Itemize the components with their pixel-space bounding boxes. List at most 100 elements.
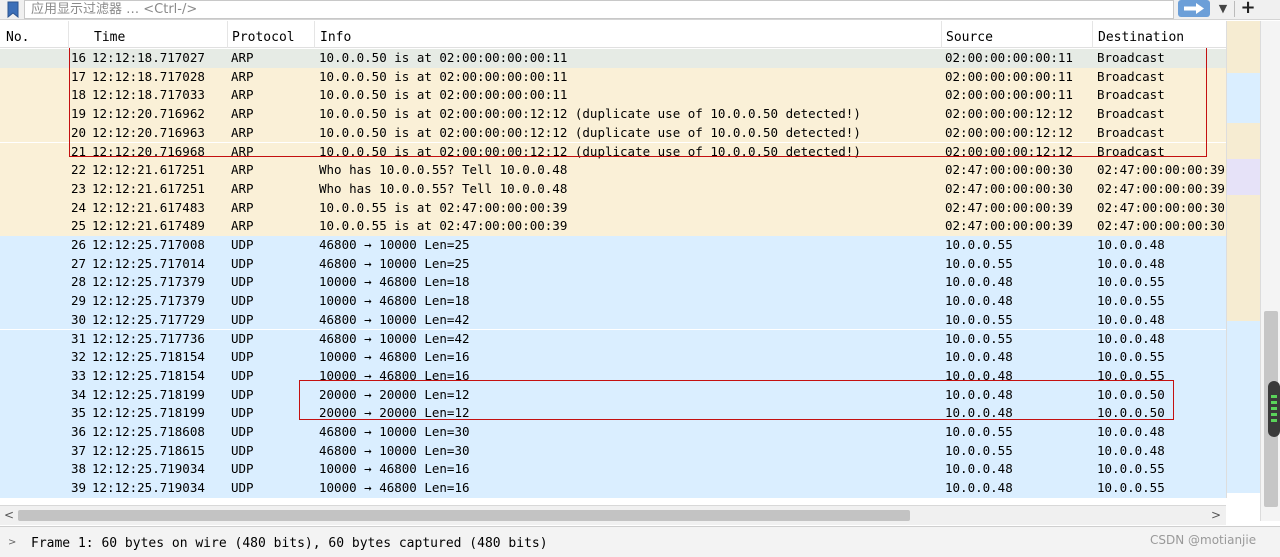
- apply-filter-button[interactable]: [1178, 0, 1210, 17]
- column-header-no[interactable]: No.: [6, 30, 29, 45]
- cell-time: 12:12:25.719034: [92, 461, 205, 477]
- cell-time: 12:12:25.718199: [92, 405, 205, 421]
- table-row[interactable]: 37 12:12:25.718615 UDP 46800 → 10000 Len=30…: [0, 441, 1226, 461]
- column-header-source[interactable]: Source: [946, 30, 993, 45]
- packet-list[interactable]: 39 12:12:25.719034 UDP 10000 → 46800 Len=16…: [0, 48, 1226, 498]
- cell-protocol: ARP: [231, 199, 254, 215]
- cell-no: 24: [70, 199, 86, 215]
- cell-no: 17: [70, 68, 86, 84]
- cell-time: 12:12:25.717379: [92, 293, 205, 309]
- cell-info: 20000 → 20000 Len=12: [319, 405, 470, 421]
- cell-protocol: ARP: [231, 124, 254, 140]
- table-row[interactable]: 28 12:12:25.717379 UDP 10000 → 46800 Len=18…: [0, 273, 1226, 293]
- cell-time: 12:12:25.718615: [92, 442, 205, 458]
- table-row[interactable]: 27 12:12:25.717014 UDP 46800 → 10000 Len=25…: [0, 254, 1226, 274]
- table-row[interactable]: 31 12:12:25.717736 UDP 46800 → 10000 Len=42…: [0, 329, 1226, 349]
- horizontal-scroll-thumb[interactable]: [18, 510, 910, 521]
- cell-info: 10.0.0.50 is at 02:00:00:00:12:12 (dupli…: [319, 106, 861, 122]
- cell-no: 21: [70, 143, 86, 159]
- bookmark-icon[interactable]: [6, 1, 20, 18]
- cell-no: 29: [70, 293, 86, 309]
- cell-protocol: ARP: [231, 87, 254, 103]
- table-row[interactable]: 24 12:12:21.617483 ARP 10.0.0.55 is at 02:4…: [0, 198, 1226, 218]
- table-row[interactable]: 32 12:12:25.718154 UDP 10000 → 46800 Len=16…: [0, 348, 1226, 367]
- cell-no: 28: [70, 274, 86, 290]
- table-row[interactable]: 16 12:12:18.717027 ARP 10.0.0.50 is at 02:0…: [0, 49, 1226, 68]
- cell-info: 10000 → 46800 Len=18: [319, 274, 470, 290]
- table-row[interactable]: 23 12:12:21.617251 ARP Who has 10.0.0.55? T…: [0, 179, 1226, 199]
- cell-protocol: UDP: [231, 367, 254, 383]
- cell-protocol: UDP: [231, 311, 254, 327]
- table-row[interactable]: 33 12:12:25.718154 UDP 10000 → 46800 Len=16…: [0, 366, 1226, 386]
- cell-destination: 02:47:00:00:00:30: [1097, 199, 1225, 215]
- cell-info: 10000 → 46800 Len=16: [319, 349, 470, 365]
- add-filter-button[interactable]: +: [1238, 0, 1258, 18]
- cell-time: 12:12:25.717014: [92, 255, 205, 271]
- toolbar-divider: [1234, 1, 1235, 17]
- column-divider: [941, 21, 942, 48]
- table-row[interactable]: 19 12:12:20.716962 ARP 10.0.0.50 is at 02:0…: [0, 105, 1226, 124]
- frame-details-text[interactable]: Frame 1: 60 bytes on wire (480 bits), 60…: [31, 536, 548, 551]
- chevron-left-icon[interactable]: <: [2, 508, 16, 524]
- cell-no: 27: [70, 255, 86, 271]
- table-row[interactable]: 34 12:12:25.718199 UDP 20000 → 20000 Len=12…: [0, 385, 1226, 405]
- cell-info: 10000 → 46800 Len=18: [319, 293, 470, 309]
- chevron-right-icon[interactable]: >: [8, 537, 16, 548]
- table-row[interactable]: 21 12:12:20.716968 ARP 10.0.0.50 is at 02:0…: [0, 142, 1226, 162]
- cell-time: 12:12:18.717027: [92, 50, 205, 65]
- cell-info: 10.0.0.50 is at 02:00:00:00:00:11: [319, 68, 568, 84]
- cell-destination: 10.0.0.55: [1097, 349, 1165, 365]
- cell-destination: 10.0.0.55: [1097, 480, 1165, 496]
- minimap-segment: [1227, 73, 1260, 123]
- cell-time: 12:12:25.719034: [92, 480, 205, 496]
- minimap-segment: [1227, 21, 1260, 73]
- chevron-right-icon[interactable]: >: [1209, 508, 1223, 524]
- cell-protocol: UDP: [231, 461, 254, 477]
- table-row[interactable]: 38 12:12:25.719034 UDP 10000 → 46800 Len=16…: [0, 460, 1226, 480]
- table-row[interactable]: 39 12:12:25.719034 UDP 10000 → 46800 Len=16…: [0, 479, 1226, 498]
- cell-source: 02:47:00:00:00:30: [945, 180, 1073, 196]
- column-divider: [68, 21, 69, 48]
- table-row[interactable]: 20 12:12:20.716963 ARP 10.0.0.50 is at 02:0…: [0, 123, 1226, 143]
- vertical-scrollbar[interactable]: [1260, 21, 1280, 521]
- scroll-indicator-icon: [1268, 381, 1280, 437]
- cell-protocol: ARP: [231, 218, 254, 234]
- cell-time: 12:12:21.617251: [92, 162, 205, 178]
- display-filter-input[interactable]: 应用显示过滤器 … <Ctrl-/>: [24, 0, 1174, 19]
- table-row[interactable]: 25 12:12:21.617489 ARP 10.0.0.55 is at 02:4…: [0, 217, 1226, 236]
- cell-no: 38: [70, 461, 86, 477]
- column-divider: [1092, 21, 1093, 48]
- cell-source: 10.0.0.55: [945, 330, 1013, 346]
- plus-icon: +: [1240, 0, 1256, 18]
- cell-source: 02:00:00:00:12:12: [945, 143, 1073, 159]
- table-row[interactable]: 22 12:12:21.617251 ARP Who has 10.0.0.55? T…: [0, 161, 1226, 180]
- table-row[interactable]: 17 12:12:18.717028 ARP 10.0.0.50 is at 02:0…: [0, 67, 1226, 87]
- cell-destination: 10.0.0.48: [1097, 311, 1165, 327]
- cell-protocol: UDP: [231, 274, 254, 290]
- cell-no: 30: [70, 311, 86, 327]
- column-header-info[interactable]: Info: [320, 30, 351, 45]
- cell-protocol: UDP: [231, 255, 254, 271]
- cell-source: 02:47:00:00:00:39: [945, 199, 1073, 215]
- table-row[interactable]: 30 12:12:25.717729 UDP 46800 → 10000 Len=42…: [0, 310, 1226, 330]
- table-row[interactable]: 18 12:12:18.717033 ARP 10.0.0.50 is at 02:0…: [0, 86, 1226, 106]
- column-header-destination[interactable]: Destination: [1098, 30, 1184, 45]
- table-row[interactable]: 35 12:12:25.718199 UDP 20000 → 20000 Len=12…: [0, 404, 1226, 423]
- horizontal-scrollbar[interactable]: < >: [0, 505, 1226, 525]
- cell-time: 12:12:25.718154: [92, 367, 205, 383]
- cell-no: 19: [70, 106, 86, 122]
- cell-protocol: ARP: [231, 143, 254, 159]
- filter-history-dropdown[interactable]: ▼: [1214, 1, 1232, 18]
- column-header-protocol[interactable]: Protocol: [232, 30, 295, 45]
- cell-no: 37: [70, 442, 86, 458]
- table-row[interactable]: 26 12:12:25.717008 UDP 46800 → 10000 Len=25…: [0, 236, 1226, 255]
- cell-source: 10.0.0.48: [945, 367, 1013, 383]
- cell-protocol: UDP: [231, 405, 254, 421]
- cell-time: 12:12:21.617251: [92, 180, 205, 196]
- packet-minimap[interactable]: [1226, 21, 1260, 498]
- table-row[interactable]: 29 12:12:25.717379 UDP 10000 → 46800 Len=18…: [0, 292, 1226, 311]
- cell-source: 10.0.0.48: [945, 293, 1013, 309]
- column-header-time[interactable]: Time: [94, 30, 125, 45]
- cell-destination: 10.0.0.48: [1097, 255, 1165, 271]
- table-row[interactable]: 36 12:12:25.718608 UDP 46800 → 10000 Len=30…: [0, 423, 1226, 442]
